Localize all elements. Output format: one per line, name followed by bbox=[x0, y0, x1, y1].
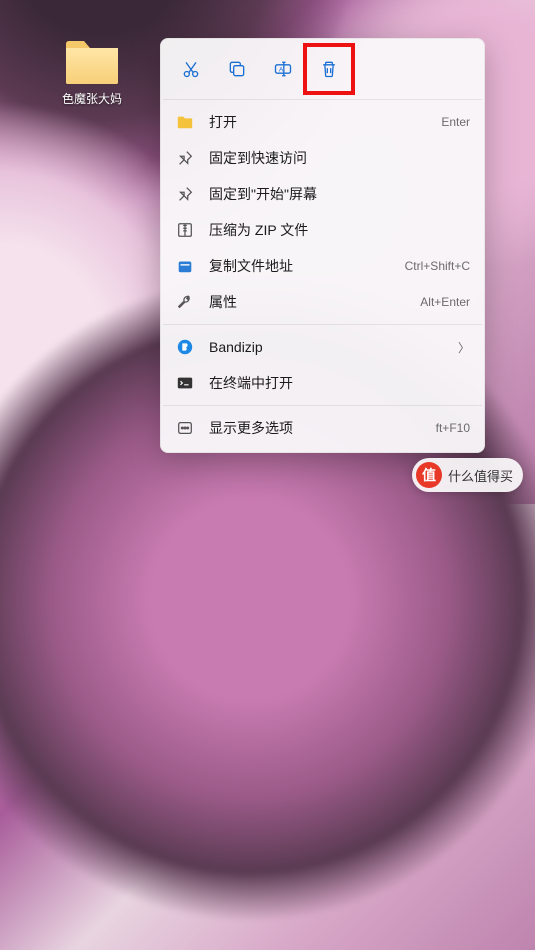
badge-text: 什么值得买 bbox=[448, 466, 513, 485]
menu-label: 固定到快速访问 bbox=[209, 148, 470, 168]
menu-label: Bandizip bbox=[209, 339, 458, 355]
svg-text:A: A bbox=[279, 67, 284, 74]
menu-pin-start[interactable]: 固定到"开始"屏幕 bbox=[161, 176, 484, 212]
quick-action-row: A bbox=[161, 45, 484, 95]
rename-button[interactable]: A bbox=[263, 49, 303, 89]
menu-pin-quick-access[interactable]: 固定到快速访问 bbox=[161, 140, 484, 176]
desktop-folder[interactable]: 色魔张大妈 bbox=[52, 38, 132, 107]
terminal-icon bbox=[175, 373, 195, 393]
menu-label: 复制文件地址 bbox=[209, 256, 405, 276]
menu-shortcut: ft+F10 bbox=[436, 421, 470, 435]
pin-icon bbox=[175, 184, 195, 204]
menu-shortcut: Enter bbox=[441, 115, 470, 129]
copy-path-icon bbox=[175, 256, 195, 276]
separator bbox=[163, 99, 482, 100]
pin-icon bbox=[175, 148, 195, 168]
menu-label: 属性 bbox=[209, 292, 420, 312]
cut-button[interactable] bbox=[171, 49, 211, 89]
menu-label: 固定到"开始"屏幕 bbox=[209, 184, 470, 204]
menu-shortcut: Alt+Enter bbox=[420, 295, 470, 309]
folder-fill-icon bbox=[175, 112, 195, 132]
copy-icon bbox=[227, 59, 247, 79]
menu-copy-path[interactable]: 复制文件地址 Ctrl+Shift+C bbox=[161, 248, 484, 284]
menu-show-more[interactable]: 显示更多选项 ft+F10 bbox=[161, 410, 484, 446]
copy-button[interactable] bbox=[217, 49, 257, 89]
menu-shortcut: Ctrl+Shift+C bbox=[405, 259, 470, 273]
wrench-icon bbox=[175, 292, 195, 312]
menu-label: 压缩为 ZIP 文件 bbox=[209, 220, 470, 240]
separator bbox=[163, 324, 482, 325]
menu-open[interactable]: 打开 Enter bbox=[161, 104, 484, 140]
zip-icon bbox=[175, 220, 195, 240]
menu-compress-zip[interactable]: 压缩为 ZIP 文件 bbox=[161, 212, 484, 248]
delete-button[interactable] bbox=[309, 49, 349, 89]
chevron-right-icon: 〉 bbox=[458, 339, 470, 356]
bandizip-icon bbox=[175, 337, 195, 357]
more-options-icon bbox=[175, 418, 195, 438]
context-menu: A 打开 Enter 固定到快速访问 固定到"开始"屏幕 压缩为 ZIP 文件 … bbox=[160, 38, 485, 453]
rename-icon: A bbox=[273, 59, 293, 79]
menu-label: 显示更多选项 bbox=[209, 418, 436, 438]
delete-icon bbox=[319, 59, 339, 79]
cut-icon bbox=[181, 59, 201, 79]
menu-open-terminal[interactable]: 在终端中打开 bbox=[161, 365, 484, 401]
watermark-badge: 值 什么值得买 bbox=[412, 458, 523, 492]
menu-properties[interactable]: 属性 Alt+Enter bbox=[161, 284, 484, 320]
desktop-folder-label: 色魔张大妈 bbox=[52, 90, 132, 107]
separator bbox=[163, 405, 482, 406]
menu-label: 打开 bbox=[209, 112, 441, 132]
badge-symbol: 值 bbox=[416, 462, 442, 488]
menu-label: 在终端中打开 bbox=[209, 373, 470, 393]
menu-bandizip[interactable]: Bandizip 〉 bbox=[161, 329, 484, 365]
folder-icon bbox=[64, 38, 120, 86]
